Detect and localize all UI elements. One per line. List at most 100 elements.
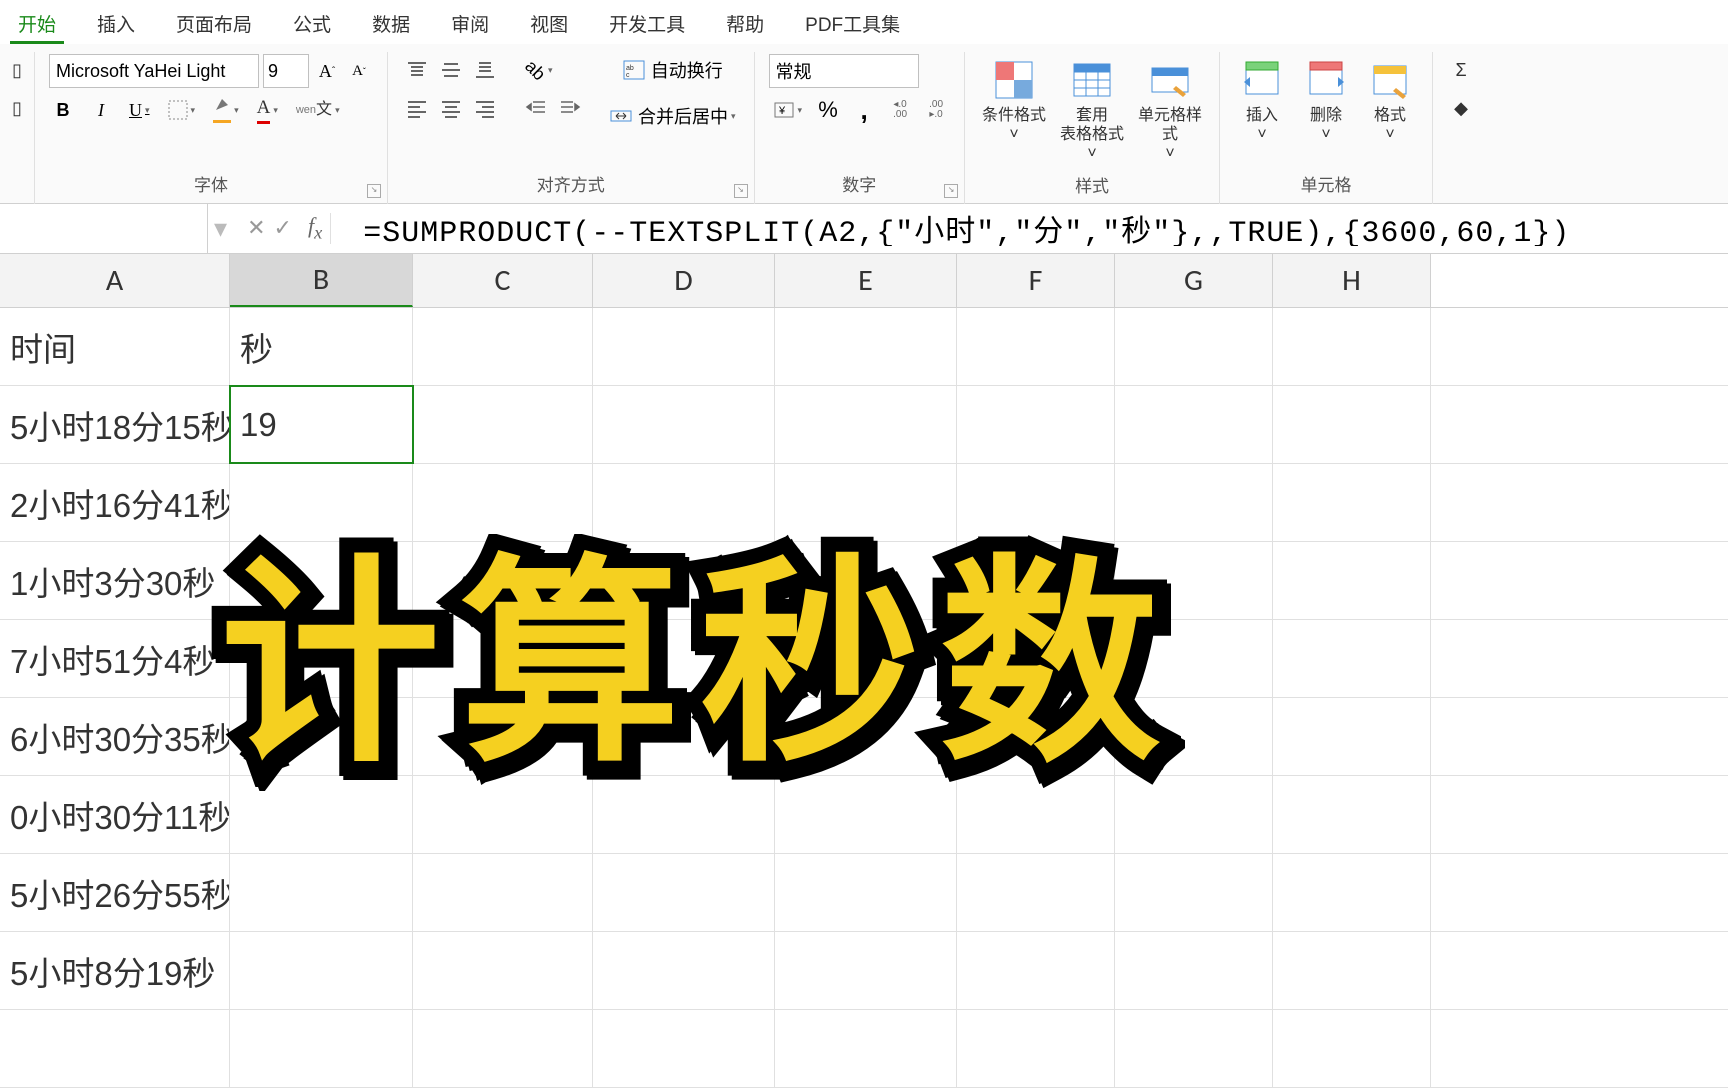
font-color-button[interactable]: A: [253, 94, 282, 126]
cell-D8[interactable]: [593, 854, 775, 931]
alignment-group-launcher-icon[interactable]: ↘: [734, 184, 748, 198]
cell-E5[interactable]: [775, 620, 957, 697]
autosum-partial[interactable]: Σ: [1447, 54, 1475, 86]
cell-G5[interactable]: [1115, 620, 1273, 697]
cell-A2[interactable]: 5小时18分15秒: [0, 386, 230, 463]
tab-home[interactable]: 开始: [10, 6, 64, 44]
cell-G6[interactable]: [1115, 698, 1273, 775]
increase-decimal-button[interactable]: ◂.0.00: [886, 94, 914, 126]
insert-function-icon[interactable]: fx: [300, 213, 331, 243]
column-header-E[interactable]: E: [775, 254, 957, 307]
cell-B4[interactable]: [230, 542, 413, 619]
cell-H10[interactable]: [1273, 1010, 1431, 1087]
cell-E8[interactable]: [775, 854, 957, 931]
cell-C10[interactable]: [413, 1010, 593, 1087]
copy-partial[interactable]: ▯: [3, 92, 31, 124]
cell-G7[interactable]: [1115, 776, 1273, 853]
cell-F9[interactable]: [957, 932, 1115, 1009]
decrease-indent-button[interactable]: [521, 92, 551, 124]
font-group-launcher-icon[interactable]: ↘: [367, 184, 381, 198]
confirm-formula-icon[interactable]: ✓: [274, 215, 292, 241]
align-bottom-button[interactable]: [470, 54, 500, 86]
cancel-formula-icon[interactable]: ✕: [247, 215, 265, 241]
align-right-button[interactable]: [470, 92, 500, 124]
cell-B2[interactable]: 19: [230, 386, 413, 463]
cell-F5[interactable]: [957, 620, 1115, 697]
cell-G4[interactable]: [1115, 542, 1273, 619]
cell-F10[interactable]: [957, 1010, 1115, 1087]
cell-F1[interactable]: [957, 308, 1115, 385]
align-left-button[interactable]: [402, 92, 432, 124]
italic-button[interactable]: I: [87, 94, 115, 126]
align-center-button[interactable]: [436, 92, 466, 124]
cell-D3[interactable]: [593, 464, 775, 541]
format-as-table-button[interactable]: 套用 表格格式˅: [1053, 54, 1131, 168]
column-header-A[interactable]: A: [0, 254, 230, 307]
cell-styles-button[interactable]: 单元格样式˅: [1131, 54, 1209, 168]
tab-formulas[interactable]: 公式: [285, 6, 339, 44]
cell-C2[interactable]: [413, 386, 593, 463]
conditional-format-button[interactable]: 条件格式˅: [975, 54, 1053, 148]
cell-H6[interactable]: [1273, 698, 1431, 775]
cell-B6[interactable]: [230, 698, 413, 775]
cell-C6[interactable]: [413, 698, 593, 775]
cell-A3[interactable]: 2小时16分41秒: [0, 464, 230, 541]
cell-C5[interactable]: [413, 620, 593, 697]
cell-H2[interactable]: [1273, 386, 1431, 463]
column-header-G[interactable]: G: [1115, 254, 1273, 307]
cell-D10[interactable]: [593, 1010, 775, 1087]
percent-format-button[interactable]: %: [814, 94, 842, 126]
cell-C7[interactable]: [413, 776, 593, 853]
cell-C3[interactable]: [413, 464, 593, 541]
cell-D6[interactable]: [593, 698, 775, 775]
cell-B1[interactable]: 秒: [230, 308, 413, 385]
cell-B8[interactable]: [230, 854, 413, 931]
cell-E2[interactable]: [775, 386, 957, 463]
cell-F3[interactable]: [957, 464, 1115, 541]
column-header-F[interactable]: F: [957, 254, 1115, 307]
cell-E1[interactable]: [775, 308, 957, 385]
cell-G1[interactable]: [1115, 308, 1273, 385]
cell-H5[interactable]: [1273, 620, 1431, 697]
cell-B5[interactable]: [230, 620, 413, 697]
cell-E7[interactable]: [775, 776, 957, 853]
fill-partial[interactable]: ◆: [1447, 92, 1475, 124]
cell-A1[interactable]: 时间: [0, 308, 230, 385]
accounting-format-button[interactable]: ¥: [769, 94, 807, 126]
cell-H7[interactable]: [1273, 776, 1431, 853]
cell-B9[interactable]: [230, 932, 413, 1009]
cell-F8[interactable]: [957, 854, 1115, 931]
cell-C1[interactable]: [413, 308, 593, 385]
cell-F4[interactable]: [957, 542, 1115, 619]
align-middle-button[interactable]: [436, 54, 466, 86]
cell-G8[interactable]: [1115, 854, 1273, 931]
cell-D2[interactable]: [593, 386, 775, 463]
cell-A10[interactable]: [0, 1010, 230, 1087]
comma-format-button[interactable]: ,: [850, 94, 878, 126]
column-header-C[interactable]: C: [413, 254, 593, 307]
decrease-decimal-button[interactable]: .00▸.0: [922, 94, 950, 126]
orientation-button[interactable]: ab: [521, 54, 557, 86]
cell-G2[interactable]: [1115, 386, 1273, 463]
number-group-launcher-icon[interactable]: ↘: [944, 184, 958, 198]
tab-data[interactable]: 数据: [364, 6, 418, 44]
fill-color-button[interactable]: [209, 94, 243, 126]
font-size-select[interactable]: [263, 54, 309, 88]
cell-E4[interactable]: [775, 542, 957, 619]
font-family-select[interactable]: [49, 54, 259, 88]
number-format-select[interactable]: [769, 54, 919, 88]
cell-D5[interactable]: [593, 620, 775, 697]
cell-E6[interactable]: [775, 698, 957, 775]
cell-H4[interactable]: [1273, 542, 1431, 619]
formula-input[interactable]: [355, 212, 1728, 246]
cell-D9[interactable]: [593, 932, 775, 1009]
cell-H3[interactable]: [1273, 464, 1431, 541]
tab-review[interactable]: 审阅: [443, 6, 497, 44]
cell-F2[interactable]: [957, 386, 1115, 463]
cell-A5[interactable]: 7小时51分4秒: [0, 620, 230, 697]
tab-layout[interactable]: 页面布局: [168, 6, 260, 44]
cell-F6[interactable]: [957, 698, 1115, 775]
cell-H8[interactable]: [1273, 854, 1431, 931]
cell-D1[interactable]: [593, 308, 775, 385]
cell-G9[interactable]: [1115, 932, 1273, 1009]
